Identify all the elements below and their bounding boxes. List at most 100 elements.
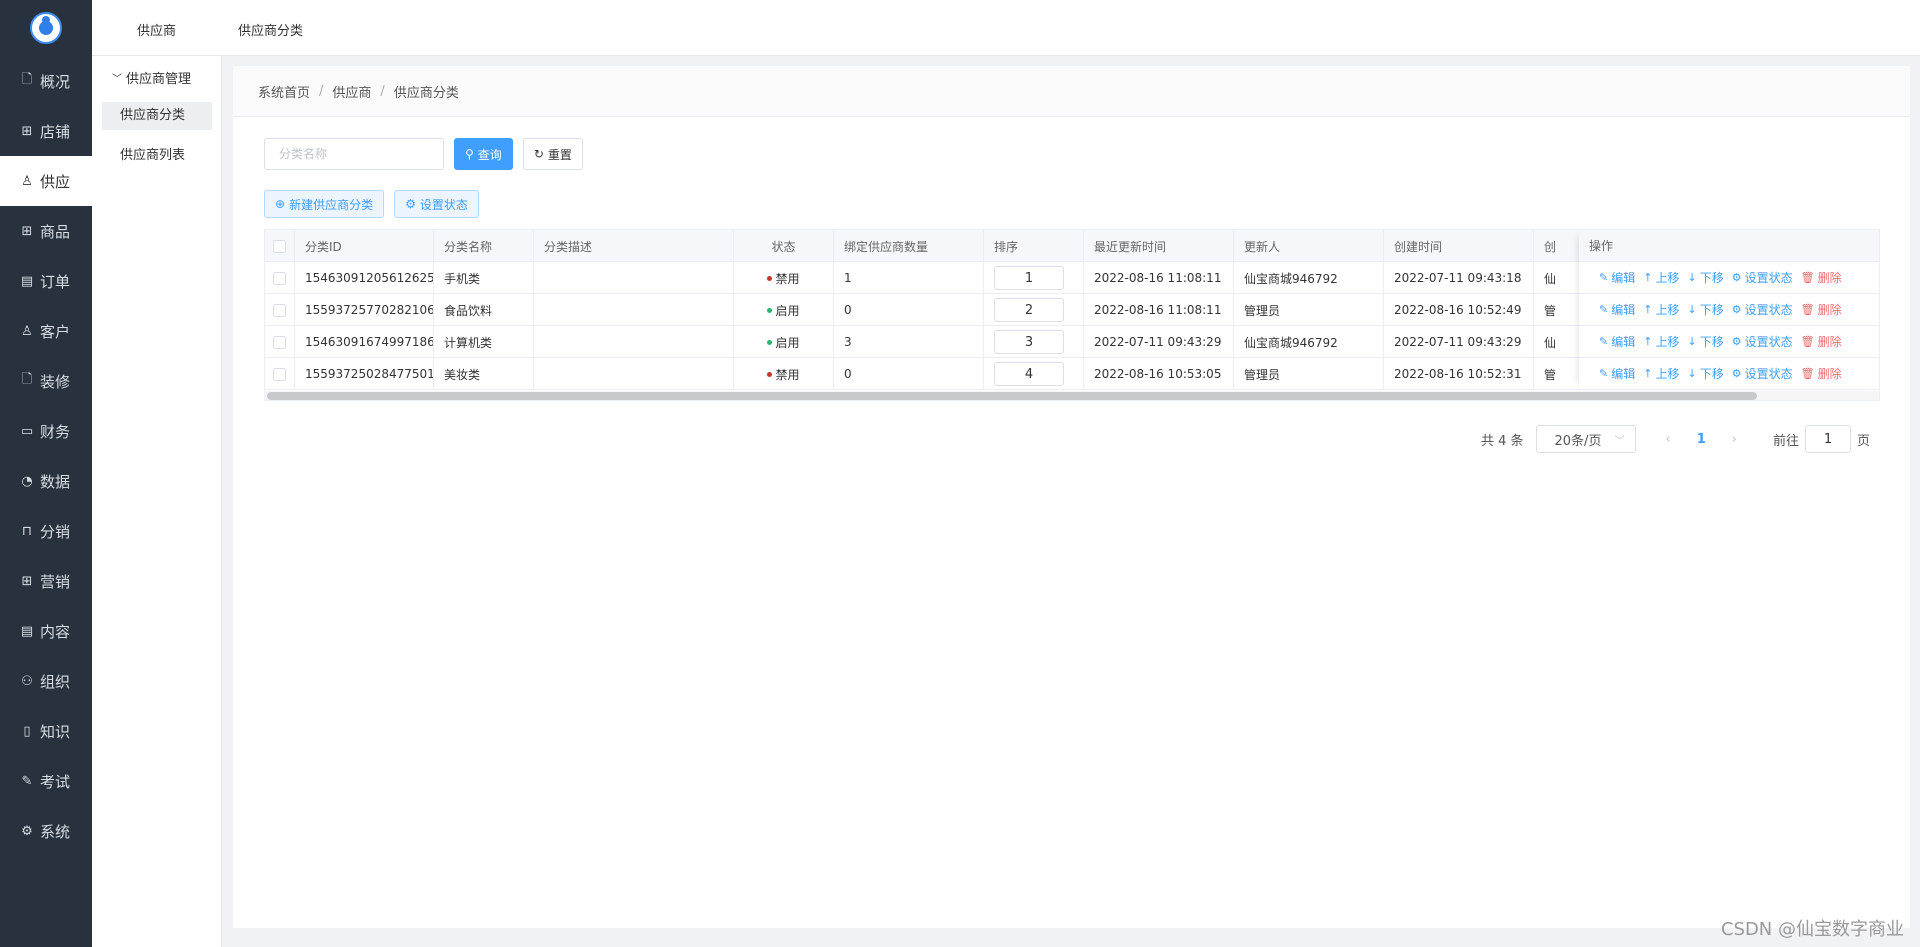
cell-updater: 管理员 — [1234, 294, 1384, 326]
delete-label: 删除 — [1817, 271, 1842, 285]
checkbox[interactable] — [273, 303, 286, 317]
sort-input[interactable]: 1 — [994, 266, 1064, 290]
reset-button-label: 重置 — [547, 147, 572, 162]
nav-item-8[interactable]: ◔ 数据 — [0, 456, 92, 506]
chevron-down-icon: ﹀ — [1614, 435, 1625, 447]
operations-column: 操作 ✎ 编辑 ↑ 上移 ↓ 下移 ⚙ 设置状态 🗑 删除 ✎ 编辑 ↑ 上移 ↓ 下移 ⚙ 设置状态 🗑 删除 ✎ 编辑… — [1579, 230, 1879, 390]
cell-category-id: 1559372577028210689 — [295, 294, 434, 326]
query-button[interactable]: ⚲ 查询 — [454, 138, 513, 170]
delete-button[interactable]: 🗑 删除 — [1801, 269, 1842, 286]
row-select[interactable] — [265, 294, 295, 326]
set-status-button[interactable]: ⚙ 设置状态 — [1732, 365, 1793, 382]
sort-input[interactable]: 3 — [994, 330, 1064, 354]
cell-updater: 管理员 — [1234, 358, 1384, 390]
operations-row: ✎ 编辑 ↑ 上移 ↓ 下移 ⚙ 设置状态 🗑 删除 — [1579, 262, 1879, 294]
gear-icon: ⚙ — [1731, 335, 1742, 348]
nav-item-label: 数据 — [40, 472, 71, 491]
page-number-current[interactable]: 1 — [1697, 432, 1706, 447]
header-select-all[interactable] — [265, 230, 295, 262]
move-up-button[interactable]: ↑ 上移 — [1643, 301, 1679, 318]
set-status-button[interactable]: ⚙ 设置状态 — [1732, 269, 1793, 286]
nav-item-label: 营销 — [40, 572, 71, 591]
checkbox[interactable] — [273, 335, 286, 349]
horizontal-scrollbar[interactable] — [265, 391, 1879, 400]
nav-item-0[interactable]: 🗋 概况 — [0, 56, 92, 106]
move-down-button[interactable]: ↓ 下移 — [1687, 365, 1723, 382]
move-up-button[interactable]: ↑ 上移 — [1643, 269, 1679, 286]
nav-item-1[interactable]: ⊞ 店铺 — [0, 106, 92, 156]
goto-page-input[interactable]: 1 — [1804, 425, 1851, 453]
edit-button[interactable]: ✎ 编辑 — [1599, 269, 1635, 286]
top-tab-supplier-category[interactable]: 供应商分类 — [238, 20, 303, 39]
status-dot-icon — [767, 275, 773, 281]
add-category-button[interactable]: ⊕ 新建供应商分类 — [264, 190, 385, 218]
row-select[interactable] — [265, 358, 295, 390]
row-select[interactable] — [265, 326, 295, 358]
page-size-select[interactable]: 20条/页 ﹀ — [1535, 425, 1636, 453]
cell-sort: 3 — [984, 326, 1084, 358]
nav-item-6[interactable]: 🗋 装修 — [0, 356, 92, 406]
edit-button[interactable]: ✎ 编辑 — [1599, 301, 1635, 318]
nav-item-5[interactable]: ♙ 客户 — [0, 306, 92, 356]
scrollbar-thumb[interactable] — [267, 392, 1757, 400]
nav-item-label: 分销 — [40, 522, 71, 541]
checkbox[interactable] — [273, 239, 286, 253]
prev-page-icon[interactable]: ‹ — [1666, 432, 1671, 447]
move-down-button[interactable]: ↓ 下移 — [1687, 269, 1723, 286]
next-page-icon[interactable]: › — [1732, 432, 1737, 447]
shop-icon: ⊞ — [21, 123, 33, 139]
submenu-item-supplier-list[interactable]: 供应商列表 — [102, 142, 212, 170]
set-status-button[interactable]: ⚙ 设置状态 — [1732, 301, 1793, 318]
cell-category-name: 美妆类 — [434, 358, 534, 390]
sort-input[interactable]: 2 — [994, 298, 1064, 322]
nav-item-10[interactable]: ⊞ 营销 — [0, 556, 92, 606]
batch-set-status-button[interactable]: ⚙ 设置状态 — [394, 190, 479, 218]
nav-item-3[interactable]: ⊞ 商品 — [0, 206, 92, 256]
nav-item-14[interactable]: ✎ 考试 — [0, 756, 92, 806]
delete-label: 删除 — [1817, 303, 1842, 317]
cell-category-id: 1546309167499718657 — [295, 326, 434, 358]
delete-button[interactable]: 🗑 删除 — [1801, 365, 1842, 382]
logo[interactable] — [0, 0, 92, 56]
nav-item-7[interactable]: ▭ 财务 — [0, 406, 92, 456]
edit-label: 编辑 — [1611, 335, 1636, 349]
query-button-label: 查询 — [477, 147, 502, 162]
checkbox[interactable] — [273, 271, 286, 285]
nav-item-2[interactable]: ♙ 供应 — [0, 156, 92, 206]
gear-icon: ⚙ — [21, 823, 33, 839]
delete-label: 删除 — [1817, 335, 1842, 349]
delete-button[interactable]: 🗑 删除 — [1801, 333, 1842, 350]
goto-prefix: 前往 — [1772, 433, 1799, 449]
move-up-button[interactable]: ↑ 上移 — [1643, 365, 1679, 382]
org-icon: ⚇ — [21, 673, 33, 689]
move-up-button[interactable]: ↑ 上移 — [1643, 333, 1679, 350]
arrow-down-icon: ↓ — [1687, 303, 1697, 316]
breadcrumb-home[interactable]: 系统首页 — [258, 82, 310, 101]
move-up-label: 上移 — [1655, 303, 1680, 317]
cell-category-id: 1559372502847750145 — [295, 358, 434, 390]
pencil-icon: ✎ — [1599, 303, 1609, 316]
submenu-group-supplier-management[interactable]: ﹀ 供应商管理 — [112, 68, 191, 87]
move-down-button[interactable]: ↓ 下移 — [1687, 333, 1723, 350]
nav-item-4[interactable]: ▤ 订单 — [0, 256, 92, 306]
row-select[interactable] — [265, 262, 295, 294]
nav-item-13[interactable]: ▯ 知识 — [0, 706, 92, 756]
sort-input[interactable]: 4 — [994, 362, 1064, 386]
edit-button[interactable]: ✎ 编辑 — [1599, 365, 1635, 382]
nav-item-9[interactable]: ⊓ 分销 — [0, 506, 92, 556]
nav-item-15[interactable]: ⚙ 系统 — [0, 806, 92, 856]
nav-item-11[interactable]: ▤ 内容 — [0, 606, 92, 656]
nav-item-12[interactable]: ⚇ 组织 — [0, 656, 92, 706]
edit-button[interactable]: ✎ 编辑 — [1599, 333, 1635, 350]
checkbox[interactable] — [273, 367, 286, 381]
move-down-button[interactable]: ↓ 下移 — [1687, 301, 1723, 318]
delete-button[interactable]: 🗑 删除 — [1801, 301, 1842, 318]
total-count: 共 4 条 — [1480, 433, 1524, 449]
breadcrumb-supplier[interactable]: 供应商 — [332, 82, 371, 101]
top-tab-supplier[interactable]: 供应商 — [137, 20, 176, 39]
set-status-button[interactable]: ⚙ 设置状态 — [1732, 333, 1793, 350]
move-down-label: 下移 — [1699, 303, 1724, 317]
reset-button[interactable]: ↻ 重置 — [522, 138, 583, 170]
submenu-item-supplier-category[interactable]: 供应商分类 — [102, 102, 212, 130]
category-name-input[interactable] — [264, 138, 444, 170]
